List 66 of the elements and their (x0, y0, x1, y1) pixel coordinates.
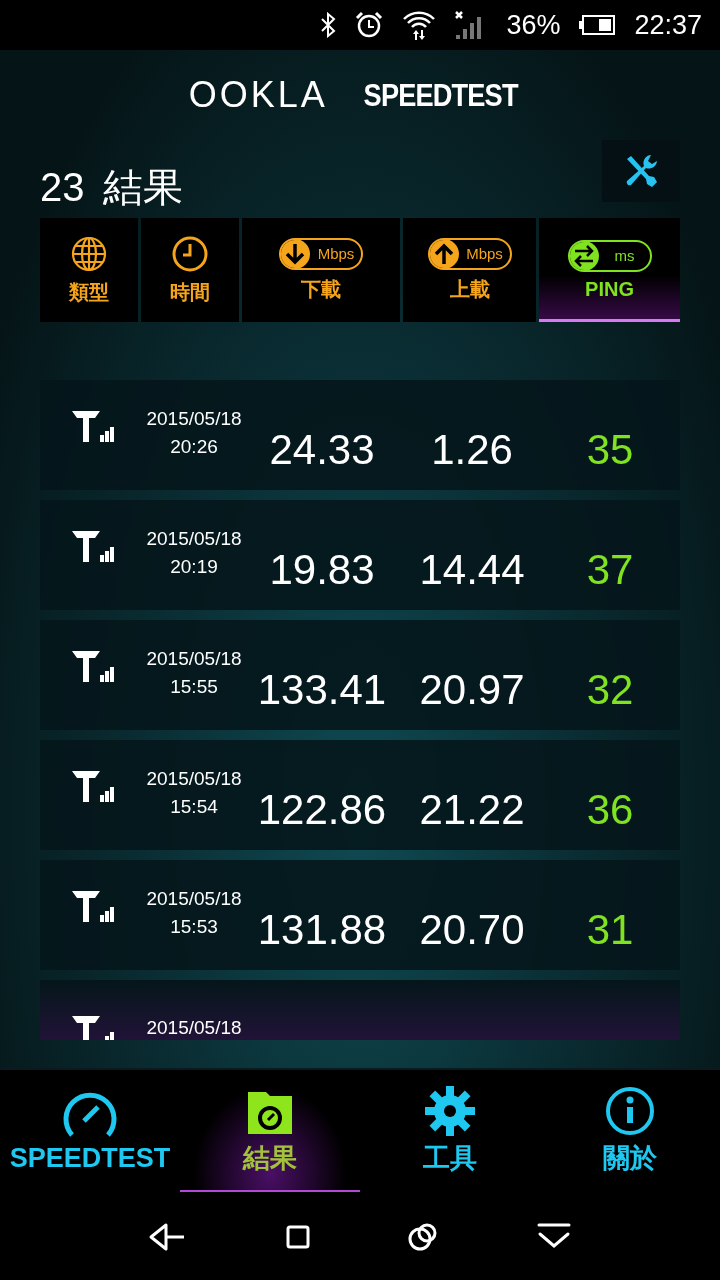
result-time: 20:19 (170, 555, 218, 579)
ping-value: 37 (586, 546, 634, 594)
clock-icon (171, 234, 209, 273)
clock-time: 22:37 (634, 9, 702, 41)
unit-badge: ms (567, 239, 652, 272)
upload-speed: 1.26 (431, 426, 513, 474)
upload-speed: 14.44 (419, 546, 525, 594)
result-row[interactable]: 2015/05/18 20:26 24.33 1.26 35 (40, 380, 680, 490)
download-speed: 122.86 (257, 786, 387, 834)
nav-tab[interactable]: 工具 (360, 1070, 540, 1192)
home-icon[interactable] (284, 1224, 311, 1250)
nav-tab[interactable]: SPEEDTEST (0, 1070, 180, 1192)
result-time: 15:54 (170, 795, 218, 819)
result-row[interactable]: 2015/05/18 15:55 133.41 20.97 32 (40, 620, 680, 730)
down-arrow-icon (281, 239, 311, 268)
upload-speed: 20.97 (419, 666, 525, 714)
wifi-icon (402, 9, 437, 41)
sort-tab[interactable]: ms PING (539, 218, 680, 322)
results-count: 23 (40, 164, 85, 210)
bluetooth-icon (320, 12, 337, 38)
upload-speed: 21.22 (419, 786, 525, 834)
cellular-signal-icon (70, 649, 114, 683)
tools-button[interactable] (602, 140, 680, 202)
ping-value: 36 (586, 786, 634, 834)
battery-icon (578, 14, 617, 36)
battery-percent: 36% (506, 9, 561, 41)
result-time: 15:55 (170, 675, 218, 699)
ping-value: 31 (586, 906, 634, 954)
brand-logo-text: OOKLA (188, 74, 328, 116)
result-row[interactable]: 2015/05/18 15:53 131.88 20.70 31 (40, 860, 680, 970)
result-date: 2015/05/18 (146, 767, 242, 791)
cellular-signal-icon (70, 529, 114, 563)
download-speed: 24.33 (269, 426, 375, 474)
nav-tab[interactable]: 關於 (540, 1070, 720, 1192)
cellular-signal-icon (70, 409, 114, 443)
globe-icon (70, 234, 108, 273)
sort-tab[interactable]: Mbps 上載 (403, 218, 536, 322)
download-speed: 131.88 (257, 906, 387, 954)
result-date: 2015/05/18 (146, 647, 242, 671)
result-date: 2015/05/18 (146, 527, 242, 551)
gear-icon (422, 1086, 478, 1136)
result-date: 2015/05/18 (146, 1016, 242, 1040)
cellular-signal-icon (70, 769, 114, 803)
unit-badge: Mbps (427, 237, 512, 270)
up-arrow-icon (429, 239, 460, 268)
result-date: 2015/05/18 (146, 887, 242, 911)
result-row[interactable]: 2015/05/18 20:19 19.83 14.44 37 (40, 500, 680, 610)
results-title: 結果 (102, 163, 183, 211)
product-logo-text: SPEEDTEST (363, 76, 518, 114)
two-way-arrows-icon (569, 241, 600, 270)
sort-tab[interactable]: 類型 (40, 218, 138, 322)
cellular-signal-icon (70, 1014, 114, 1040)
ping-value: 32 (586, 666, 634, 714)
download-speed: 133.41 (257, 666, 387, 714)
ping-value: 35 (586, 426, 634, 474)
result-time: 15:53 (170, 915, 218, 939)
alarm-clock-icon (354, 10, 385, 40)
sort-tab[interactable]: Mbps 下載 (242, 218, 400, 322)
unit-badge: Mbps (279, 237, 363, 270)
cellular-signal-icon (70, 889, 114, 923)
result-time: 20:26 (170, 435, 218, 459)
result-date: 2015/05/18 (146, 407, 242, 431)
sort-tab[interactable]: 時間 (141, 218, 239, 322)
download-speed: 19.83 (269, 546, 375, 594)
upload-speed: 20.70 (419, 906, 525, 954)
result-row[interactable]: 2015/05/18 15:54 122.86 21.22 36 (40, 740, 680, 850)
